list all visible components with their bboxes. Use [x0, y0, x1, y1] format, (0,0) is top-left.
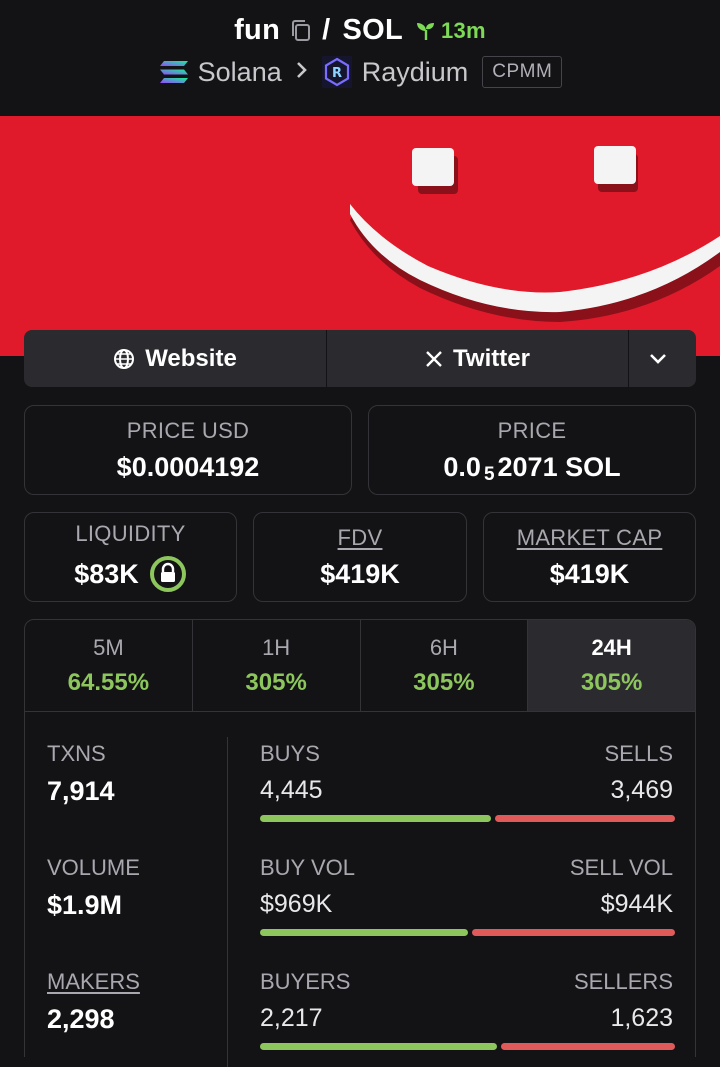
- makers-label[interactable]: MAKERS: [47, 969, 140, 995]
- market-cap-card: MARKET CAP $419K: [483, 512, 696, 602]
- tab-5m[interactable]: 5M 64.55%: [25, 620, 192, 711]
- price-native-card: PRICE 0.0 5 2071 SOL: [368, 405, 696, 495]
- smiley-banner-image: [0, 116, 720, 356]
- buyers-value: 2,217: [260, 1004, 323, 1032]
- makers-value: 2,298: [47, 1004, 115, 1034]
- tab-6h-change: 305%: [413, 668, 475, 696]
- price-native-label: PRICE: [497, 417, 567, 443]
- chain-name[interactable]: Solana: [198, 57, 282, 88]
- price-native-value: 0.0 5 2071 SOL: [443, 451, 621, 486]
- sells-bar: [495, 815, 675, 822]
- sells-label: SELLS: [604, 741, 674, 766]
- liquidity-card: LIQUIDITY $83K: [24, 512, 237, 602]
- sell-vol-label: SELL VOL: [569, 855, 673, 880]
- period-tabs: 5M 64.55% 1H 305% 6H 305% 24H 305%: [24, 619, 696, 712]
- token-symbol: fun: [234, 14, 281, 46]
- raydium-icon: R: [321, 56, 352, 88]
- pool-type-badge: CPMM: [482, 56, 563, 88]
- svg-text:R: R: [332, 66, 342, 81]
- txns-label: TXNS: [47, 741, 106, 766]
- tab-1h-label: 1H: [262, 634, 291, 660]
- fdv-label[interactable]: FDV: [338, 525, 383, 551]
- sell-vol-bar: [472, 929, 675, 936]
- copy-icon[interactable]: [290, 19, 312, 43]
- buys-value: 4,445: [260, 776, 323, 804]
- sellers-value: 1,623: [610, 1004, 673, 1032]
- txns-value: 7,914: [47, 776, 115, 806]
- price-usd-card: PRICE USD $0.0004192: [24, 405, 352, 495]
- tab-5m-label: 5M: [93, 634, 124, 660]
- buy-vol-value: $969K: [260, 890, 333, 918]
- buy-vol-bar: [260, 929, 468, 936]
- buy-vol-label: BUY VOL: [260, 855, 355, 880]
- social-links-bar: Website Twitter: [24, 330, 696, 387]
- tab-6h-label: 6H: [429, 634, 458, 660]
- fdv-value: $419K: [320, 558, 400, 589]
- x-icon: [426, 350, 442, 367]
- market-cap-label[interactable]: MARKET CAP: [517, 525, 663, 551]
- sprout-icon: [416, 22, 434, 40]
- sell-vol-value: $944K: [600, 890, 673, 918]
- buys-bar: [260, 815, 491, 822]
- tab-1h-change: 305%: [245, 668, 307, 696]
- price-usd-label: PRICE USD: [126, 417, 250, 443]
- fdv-card: FDV $419K: [253, 512, 467, 602]
- sellers-label: SELLERS: [573, 969, 673, 994]
- pair-title: fun / SOL 13m: [0, 14, 720, 47]
- twitter-button[interactable]: Twitter: [326, 330, 628, 387]
- chevron-down-icon: [649, 353, 666, 364]
- chain-breadcrumb: Solana R Raydium CPMM: [0, 56, 720, 88]
- tab-5m-change: 64.55%: [67, 668, 150, 696]
- volume-value: $1.9M: [47, 890, 123, 920]
- globe-icon: [114, 348, 135, 369]
- tab-24h[interactable]: 24H 305%: [527, 620, 695, 711]
- price-usd-value: $0.0004192: [116, 451, 260, 482]
- pair-age: 13m: [415, 18, 486, 44]
- tab-24h-label: 24H: [591, 634, 632, 660]
- dex-name[interactable]: Raydium: [362, 57, 469, 88]
- pair-separator: /: [322, 14, 331, 46]
- market-cap-value: $419K: [549, 558, 630, 589]
- more-links-button[interactable]: [628, 330, 696, 387]
- price-native-prefix: 0.0: [443, 451, 481, 482]
- website-button[interactable]: Website: [24, 330, 326, 387]
- twitter-label: Twitter: [453, 344, 530, 372]
- price-native-rest: 2071 SOL: [497, 451, 621, 482]
- sellers-bar: [501, 1043, 675, 1050]
- website-label: Website: [145, 344, 237, 372]
- solana-icon: [158, 59, 190, 85]
- trading-stats-panel: TXNS 7,914 VOLUME $1.9M MAKERS 2,298 BUY…: [24, 711, 696, 1067]
- buyers-label: BUYERS: [260, 969, 351, 994]
- chevron-right-icon: [296, 58, 308, 86]
- tab-6h[interactable]: 6H 305%: [359, 620, 528, 711]
- liquidity-value-row: $83K: [74, 555, 187, 593]
- buys-label: BUYS: [260, 741, 320, 766]
- tab-24h-change: 305%: [580, 668, 643, 696]
- lock-icon[interactable]: [149, 555, 187, 593]
- stats-divider: [227, 737, 228, 1067]
- sells-value: 3,469: [610, 776, 673, 804]
- price-zero-count: 5: [483, 464, 495, 485]
- buyers-bar: [260, 1043, 497, 1050]
- quote-symbol: SOL: [342, 14, 403, 46]
- age-text: 13m: [440, 17, 486, 43]
- pair-header: fun / SOL 13m Solana R Raydium CPMM: [0, 0, 720, 116]
- liquidity-label: LIQUIDITY: [75, 521, 186, 546]
- volume-label: VOLUME: [47, 855, 140, 880]
- tab-1h[interactable]: 1H 305%: [191, 620, 360, 711]
- token-banner: [0, 116, 720, 356]
- liquidity-value: $83K: [74, 558, 139, 589]
